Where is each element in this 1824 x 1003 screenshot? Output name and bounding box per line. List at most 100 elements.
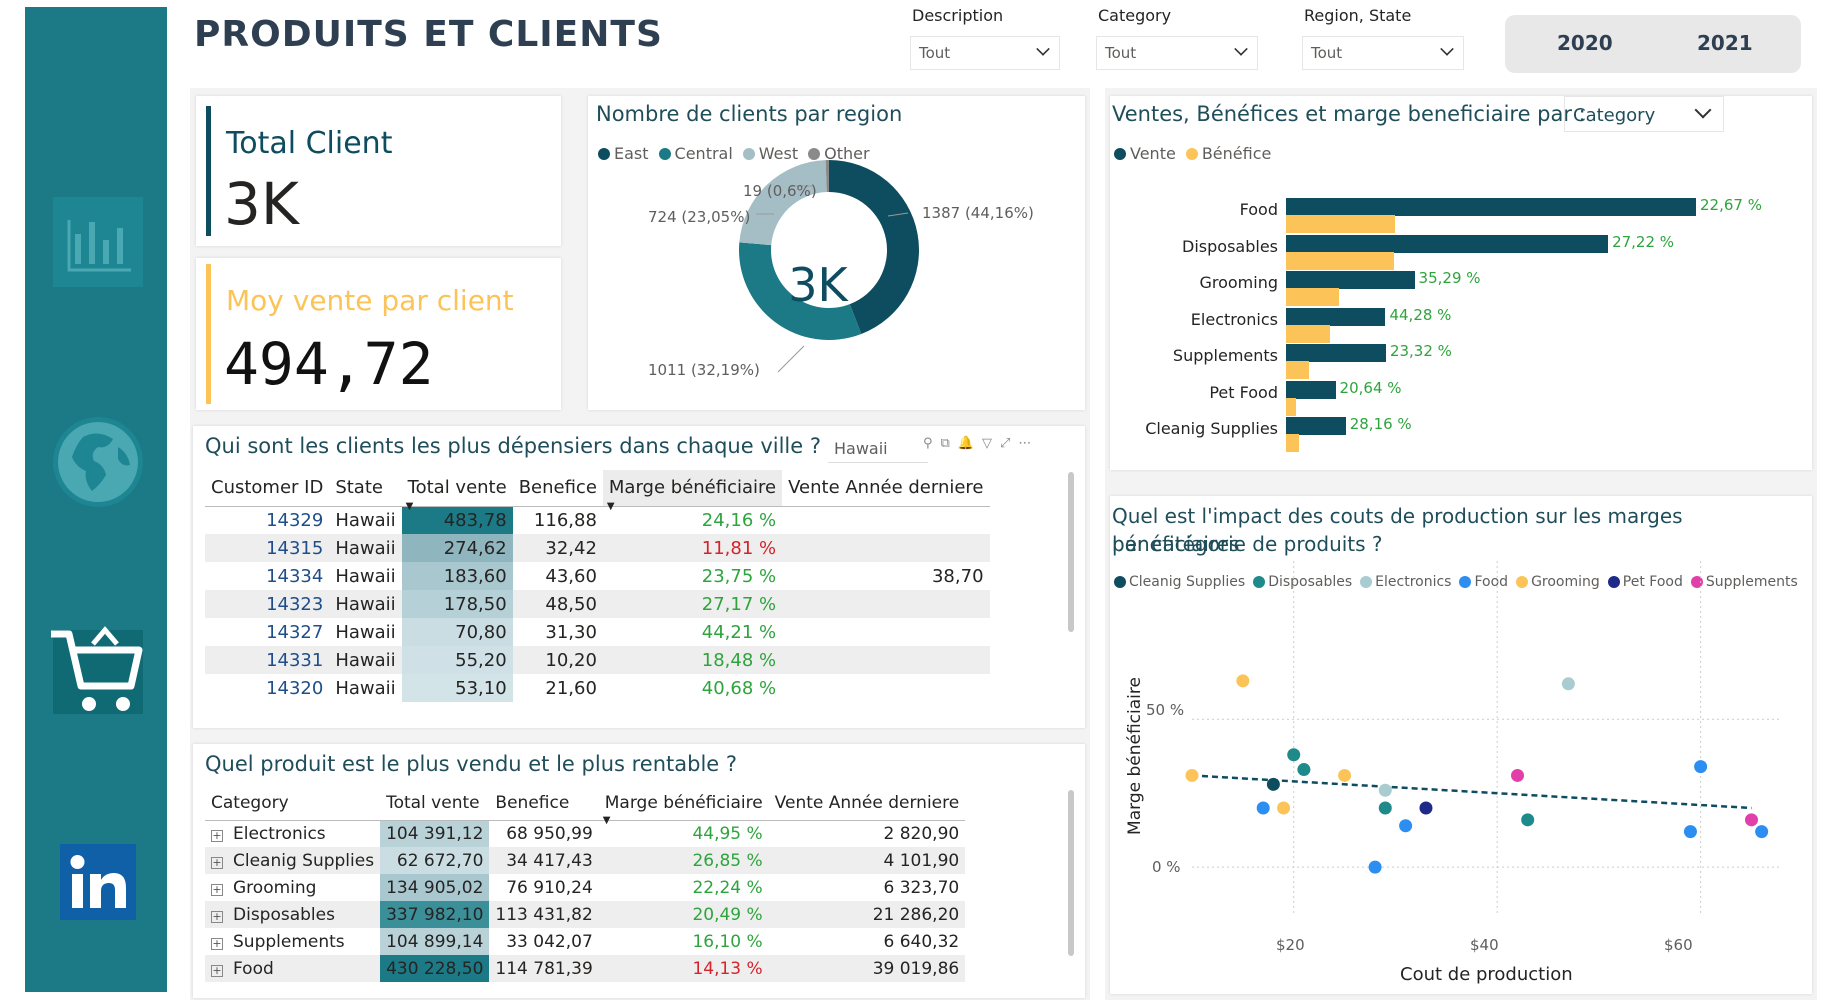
scatter-point[interactable] xyxy=(1338,768,1352,782)
bar-chart-icon[interactable] xyxy=(43,187,153,297)
cell-last xyxy=(782,674,989,702)
slicer-region[interactable]: Tout xyxy=(1302,36,1464,70)
expand-icon[interactable]: + xyxy=(211,856,223,869)
bar-vente[interactable] xyxy=(1286,271,1415,289)
scatter-point[interactable] xyxy=(1561,677,1575,691)
cell-last: 6 640,32 xyxy=(883,931,960,952)
bar-vente[interactable] xyxy=(1286,344,1386,362)
scatter-point[interactable] xyxy=(1185,768,1199,782)
scatter-point[interactable] xyxy=(1297,763,1311,777)
table-row[interactable]: + Electronics 104 391,12 68 950,99 44,95 % 2 … xyxy=(205,820,965,847)
scatter-point[interactable] xyxy=(1755,825,1769,839)
scatter-point[interactable] xyxy=(1683,825,1697,839)
table-row[interactable]: + Disposables 337 982,10 113 431,82 20,49 % 2… xyxy=(205,901,966,928)
more-options-icon[interactable]: ⋯ xyxy=(1018,436,1039,451)
scatter-point[interactable] xyxy=(1236,674,1250,688)
focus-mode-icon[interactable]: ⤢ xyxy=(1000,436,1018,451)
scatter-point[interactable] xyxy=(1521,813,1535,827)
bar-vente[interactable] xyxy=(1286,234,1609,253)
bar-benefice[interactable] xyxy=(1286,251,1395,270)
slicer-description[interactable]: Tout xyxy=(910,36,1060,70)
bell-icon[interactable]: 🔔 xyxy=(958,436,982,451)
table-row[interactable]: + Grooming 134 905,02 76 910,24 22,24 % 6 323… xyxy=(205,874,965,901)
expand-icon[interactable]: + xyxy=(211,937,223,950)
table-row[interactable]: 14331 Hawaii 55,20 10,20 18,48 % xyxy=(205,646,990,674)
scatter-point[interactable] xyxy=(1511,768,1525,782)
col-header[interactable]: Vente Année derniere xyxy=(782,470,989,506)
bar-vente[interactable] xyxy=(1286,198,1696,216)
scatter-point[interactable] xyxy=(1694,760,1708,774)
bar-vente[interactable] xyxy=(1286,380,1336,399)
col-header[interactable]: Benefice xyxy=(513,470,603,506)
state-filter-input[interactable]: Hawaii xyxy=(828,431,928,463)
expand-icon[interactable]: + xyxy=(211,883,223,896)
cell-benefice: 116,88 xyxy=(533,509,597,531)
scatter-point[interactable] xyxy=(1744,813,1758,827)
bar-benefice[interactable] xyxy=(1286,288,1340,306)
filter-icon[interactable]: ▽ xyxy=(982,436,1000,451)
chevron-down-icon xyxy=(1036,42,1050,56)
table-row[interactable]: 14334 Hawaii 183,60 43,60 23,75 % 38,70 xyxy=(205,562,990,590)
table-row[interactable]: 14320 Hawaii 53,10 21,60 40,68 % xyxy=(205,674,990,702)
bar-benefice[interactable] xyxy=(1286,361,1309,379)
table-row[interactable]: 14329 Hawaii 483,78 116,88 24,16 % xyxy=(205,506,990,534)
col-header[interactable]: Category xyxy=(205,786,380,820)
year-2021-button[interactable]: 2021 xyxy=(1697,31,1753,55)
kpi-value: 3K xyxy=(224,170,299,238)
bar-category-label: Pet Food xyxy=(1209,382,1278,402)
year-2020-button[interactable]: 2020 xyxy=(1557,31,1613,55)
cell-benefice: 21,60 xyxy=(545,677,597,699)
scrollbar[interactable] xyxy=(1068,472,1074,632)
expand-icon[interactable]: + xyxy=(211,964,223,977)
bar-benefice[interactable] xyxy=(1286,215,1396,233)
col-header[interactable]: Total vente xyxy=(380,786,489,820)
col-header[interactable]: Customer ID xyxy=(205,470,329,506)
bar-vente[interactable] xyxy=(1286,417,1346,435)
cell-last: 39 019,86 xyxy=(872,958,960,979)
scatter-point[interactable] xyxy=(1419,801,1433,815)
table-row[interactable]: 14315 Hawaii 274,62 32,42 11,81 % xyxy=(205,534,990,562)
copy-icon[interactable]: ⧉ xyxy=(941,436,958,451)
col-header-sorted[interactable]: Marge bénéficiaire ▼ xyxy=(602,470,783,512)
cell-marge: 44,21 % xyxy=(701,621,777,643)
scatter-point[interactable] xyxy=(1399,819,1413,833)
table-row[interactable]: 14323 Hawaii 178,50 48,50 27,17 % xyxy=(205,590,990,618)
scatter-point[interactable] xyxy=(1266,777,1280,791)
expand-icon[interactable]: + xyxy=(211,910,223,923)
col-header[interactable]: Benefice xyxy=(489,786,598,820)
scatter-point[interactable] xyxy=(1368,860,1382,874)
cell-vente: 53,10 xyxy=(401,674,513,702)
cell-vente: 134 905,02 xyxy=(380,874,490,901)
bar-vente[interactable] xyxy=(1286,307,1386,326)
bar-margin-label: 20,64 % xyxy=(1339,378,1402,397)
table-row[interactable]: 14327 Hawaii 70,80 31,30 44,21 % xyxy=(205,618,990,646)
expand-icon[interactable]: + xyxy=(211,829,223,842)
col-header[interactable]: Vente Année derniere xyxy=(769,786,966,820)
cell-marge: 11,81 % xyxy=(701,537,777,559)
scatter-point[interactable] xyxy=(1256,801,1270,815)
col-header-sorted[interactable]: Total vente ▼ xyxy=(402,470,513,511)
table-row[interactable]: + Cleanig Supplies 62 672,70 34 417,43 26,85… xyxy=(205,847,966,874)
shopping-cart-icon[interactable] xyxy=(43,617,153,727)
scatter-point[interactable] xyxy=(1287,748,1301,762)
scrollbar[interactable] xyxy=(1068,790,1074,956)
col-header[interactable]: State xyxy=(329,470,401,506)
col-header-sorted[interactable]: Marge bénéficiaire ▼ xyxy=(599,786,769,826)
scatter-point[interactable] xyxy=(1378,801,1392,815)
cell-last xyxy=(782,618,989,646)
scatter-point[interactable] xyxy=(1378,783,1392,797)
table-row[interactable]: + Supplements 104 899,14 33 042,07 16,10 % 6 … xyxy=(205,928,965,955)
cell-vente: 183,60 xyxy=(401,562,513,590)
cell-marge: 18,48 % xyxy=(701,649,777,671)
slicer-value: Tout xyxy=(1311,44,1343,62)
bar-benefice[interactable] xyxy=(1286,397,1297,416)
globe-icon[interactable] xyxy=(43,407,153,517)
table-row[interactable]: + Food 430 228,50 114 781,39 14,13 % 39 019,8… xyxy=(205,955,966,982)
bar-benefice[interactable] xyxy=(1286,324,1330,343)
bar-benefice[interactable] xyxy=(1286,434,1300,452)
scatter-point[interactable] xyxy=(1277,801,1291,815)
donut-slice-west[interactable] xyxy=(739,160,827,246)
pin-icon[interactable]: ⚲ xyxy=(923,436,941,451)
linkedin-icon[interactable] xyxy=(43,827,153,937)
slicer-category[interactable]: Tout xyxy=(1096,36,1258,70)
